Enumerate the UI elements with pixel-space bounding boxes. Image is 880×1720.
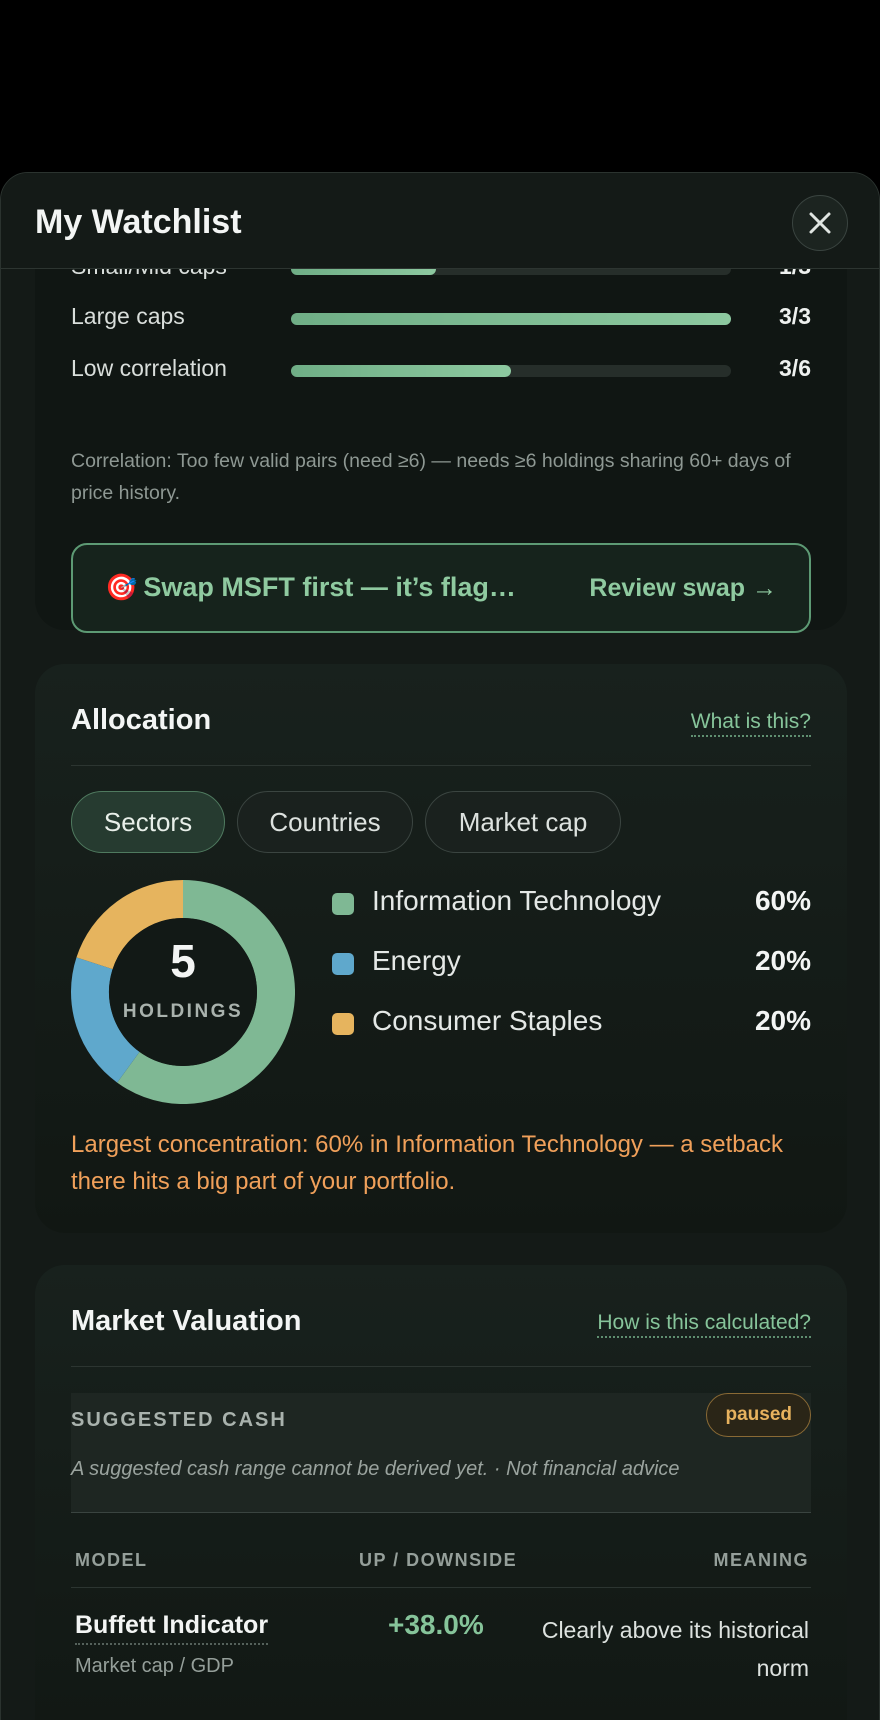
swap-suggestion-button[interactable]: 🎯 Swap MSFT first — it’s flag… Review swa… bbox=[71, 543, 811, 633]
tab-sectors[interactable]: Sectors bbox=[71, 791, 225, 853]
divider bbox=[71, 765, 811, 766]
legend-label: Energy bbox=[372, 945, 461, 976]
review-swap-link[interactable]: Review swap → bbox=[589, 574, 777, 603]
cash-note: A suggested cash range cannot be derived… bbox=[71, 1458, 680, 1480]
suggested-cash-panel: SUGGESTED CASH paused A suggested cash r… bbox=[71, 1393, 811, 1513]
valuation-title: Market Valuation bbox=[71, 1305, 302, 1337]
target-icon: 🎯 bbox=[105, 572, 138, 602]
allocation-title: Allocation bbox=[71, 704, 212, 736]
legend-swatch bbox=[332, 893, 354, 915]
legend-swatch bbox=[332, 1013, 354, 1035]
tab-market-cap[interactable]: Market cap bbox=[425, 791, 621, 853]
divider bbox=[71, 1366, 811, 1367]
sheet-header: My Watchlist bbox=[1, 173, 879, 269]
diversification-card: Small/Mid caps 1/3 Large caps 3/3 Low co… bbox=[35, 213, 847, 633]
status-badge: paused bbox=[706, 1393, 811, 1437]
legend-label: Consumer Staples bbox=[372, 1005, 603, 1036]
holdings-count: 5 bbox=[170, 935, 196, 987]
legend-item: Information Technology 60% bbox=[332, 883, 811, 923]
meaning-text: Clearly above its historical norm bbox=[541, 1617, 809, 1681]
legend-item: Energy 20% bbox=[332, 943, 811, 983]
divider bbox=[71, 1587, 811, 1588]
swap-label: Swap MSFT first — it’s flag… bbox=[143, 572, 516, 602]
progress-fill bbox=[291, 365, 511, 377]
legend-item: Consumer Staples 20% bbox=[332, 1003, 811, 1043]
swap-text: 🎯 Swap MSFT first — it’s flag… bbox=[105, 572, 516, 603]
legend-swatch bbox=[332, 953, 354, 975]
row-value: 3/6 bbox=[779, 355, 811, 381]
diversification-row: Low correlation 3/6 bbox=[71, 355, 811, 385]
what-is-this-link[interactable]: What is this? bbox=[690, 710, 811, 737]
progress-track bbox=[291, 365, 731, 377]
column-header-updown: UP / DOWNSIDE bbox=[359, 1550, 518, 1570]
row-value: 3/3 bbox=[779, 303, 811, 329]
legend-label: Information Technology bbox=[372, 885, 661, 916]
legend-value: 20% bbox=[754, 945, 811, 976]
allocation-card: Allocation What is this? Sectors Countri… bbox=[35, 664, 847, 1233]
diversification-row: Large caps 3/3 bbox=[71, 303, 811, 333]
updown-value: +38.0% bbox=[388, 1609, 484, 1640]
sheet-title: My Watchlist bbox=[35, 203, 242, 241]
row-label: Large caps bbox=[71, 303, 185, 329]
suggested-cash-label: SUGGESTED CASH bbox=[71, 1409, 287, 1431]
correlation-note: Correlation: Too few valid pairs (need ≥… bbox=[71, 450, 791, 504]
how-calculated-link[interactable]: How is this calculated? bbox=[597, 1311, 811, 1338]
progress-fill bbox=[291, 313, 731, 325]
market-valuation-card: Market Valuation How is this calculated?… bbox=[35, 1265, 847, 1720]
model-subtitle: Market cap / GDP bbox=[75, 1655, 234, 1677]
watchlist-sheet: My Watchlist Small/Mid caps 1/3 Large ca… bbox=[0, 172, 880, 1720]
row-label: Low correlation bbox=[71, 355, 227, 381]
allocation-donut-chart bbox=[71, 880, 295, 1104]
tab-countries[interactable]: Countries bbox=[237, 791, 413, 853]
model-name-link[interactable]: Buffett Indicator bbox=[75, 1611, 269, 1645]
holdings-label: HOLDINGS bbox=[122, 1001, 244, 1022]
legend-value: 20% bbox=[754, 1005, 811, 1036]
close-button[interactable] bbox=[792, 195, 848, 251]
column-header-meaning: MEANING bbox=[713, 1550, 809, 1570]
progress-track bbox=[291, 313, 731, 325]
close-icon bbox=[809, 212, 831, 234]
column-header-model: MODEL bbox=[75, 1550, 148, 1570]
legend-value: 60% bbox=[754, 885, 811, 916]
concentration-warning: Largest concentration: 60% in Informatio… bbox=[71, 1131, 783, 1195]
